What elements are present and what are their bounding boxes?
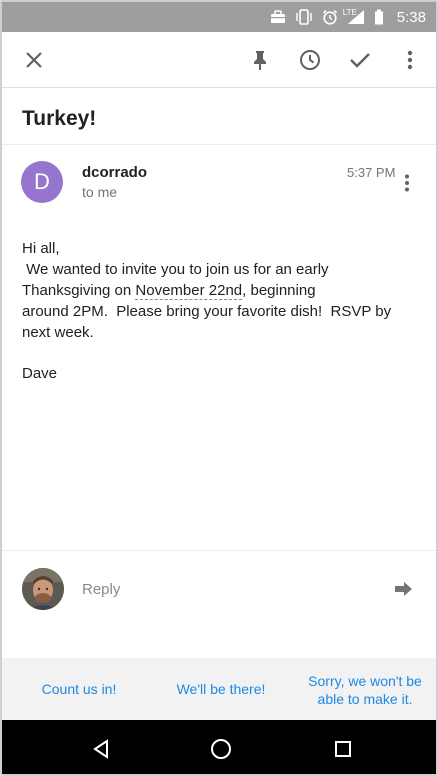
more-options-button[interactable] <box>390 40 430 80</box>
battery-icon <box>374 9 384 25</box>
recents-button[interactable] <box>326 734 360 764</box>
reply-button[interactable]: Reply <box>82 581 120 598</box>
smart-reply-sorry[interactable]: Sorry, we won't be able to make it. <box>300 672 430 708</box>
close-icon <box>26 52 42 68</box>
snooze-button[interactable] <box>290 40 330 80</box>
done-button[interactable] <box>340 40 380 80</box>
navigation-bar <box>2 720 436 774</box>
body-line: We wanted to invite you to join us for a… <box>22 261 329 278</box>
body-line: Thanksgiving on November 22nd, beginning <box>22 280 422 301</box>
body-greeting: Hi all, <box>22 240 60 257</box>
forward-arrow-icon <box>395 582 412 596</box>
email-toolbar <box>2 32 436 88</box>
message-time: 5:37 PM <box>347 165 396 180</box>
user-avatar <box>22 568 64 610</box>
email-subject: Turkey! <box>22 107 97 130</box>
email-body: Hi all, We wanted to invite you to join … <box>22 238 422 384</box>
date-link[interactable]: November 22nd <box>135 282 243 300</box>
message-more-button[interactable] <box>397 172 417 194</box>
back-icon <box>93 739 108 759</box>
body-line: next week. <box>22 324 94 341</box>
home-button[interactable] <box>204 734 238 764</box>
status-time: 5:38 <box>396 8 426 26</box>
status-bar: LTE 5:38 <box>2 2 436 32</box>
body-text: Thanksgiving on <box>22 282 136 299</box>
briefcase-icon <box>270 10 286 24</box>
back-button[interactable] <box>84 734 118 764</box>
more-vert-icon <box>407 50 413 70</box>
sender-name[interactable]: dcorrado <box>82 164 147 181</box>
recents-icon <box>335 741 351 757</box>
vibrate-icon <box>295 9 313 25</box>
snooze-icon <box>300 50 320 70</box>
more-vert-icon <box>405 174 409 192</box>
network-type-label: LTE <box>342 8 357 17</box>
body-line: around 2PM. Please bring your favorite d… <box>22 303 392 320</box>
smart-reply-count-us-in[interactable]: Count us in! <box>24 680 134 698</box>
body-signature: Dave <box>22 365 58 382</box>
smart-reply-well-be-there[interactable]: We'll be there! <box>166 680 276 698</box>
status-icons: LTE 5:38 <box>270 2 426 32</box>
pin-button[interactable] <box>240 40 280 80</box>
smart-reply-line: Sorry, we won't be <box>308 673 422 689</box>
recipient-summary[interactable]: to me <box>82 184 117 200</box>
email-screen: LTE 5:38 Turkey! D dcorrado to me 5:37 P <box>0 0 438 776</box>
body-text: , beginning <box>242 282 316 299</box>
done-icon <box>350 53 370 68</box>
subject-divider <box>2 144 436 145</box>
pin-icon <box>254 51 266 70</box>
signal-icon: LTE <box>343 8 365 25</box>
home-icon <box>211 739 231 759</box>
forward-button[interactable] <box>390 578 416 600</box>
alarm-icon <box>322 9 338 25</box>
sender-avatar[interactable]: D <box>21 161 63 203</box>
smart-reply-bar: Count us in! We'll be there! Sorry, we w… <box>2 658 436 720</box>
smart-reply-line: able to make it. <box>317 691 413 707</box>
reply-divider <box>2 550 436 551</box>
close-button[interactable] <box>14 40 54 80</box>
